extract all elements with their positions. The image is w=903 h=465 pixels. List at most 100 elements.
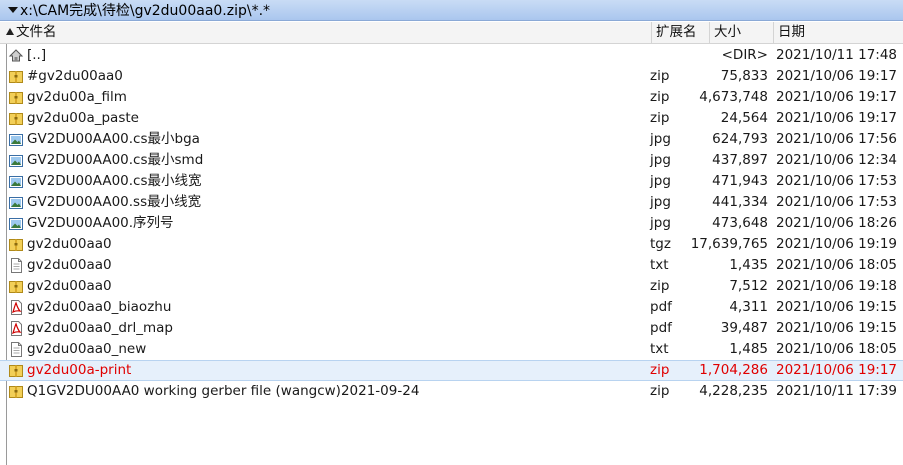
column-size-label: 大小: [714, 24, 741, 40]
pdf-icon: [8, 300, 24, 315]
file-date: 2021/10/06 19:19: [776, 236, 898, 252]
file-ext: jpg: [650, 152, 671, 168]
file-name: gv2du00a-print: [27, 362, 132, 378]
column-header-ext[interactable]: 扩展名: [652, 22, 710, 43]
file-size: 1,485: [729, 341, 768, 357]
file-name: gv2du00aa0: [27, 278, 112, 294]
file-row[interactable]: #gv2du00aa0 zip 75,833 2021/10/06 19:17: [0, 66, 903, 87]
column-date-label: 日期: [778, 24, 805, 40]
text-file-icon: [8, 258, 24, 273]
file-name: [..]: [27, 47, 47, 63]
file-date: 2021/10/06 18:05: [776, 341, 898, 357]
file-date: 2021/10/11 17:39: [776, 383, 898, 399]
file-name: GV2DU00AA00.cs最小线宽: [27, 173, 202, 189]
file-name: gv2du00aa0_drl_map: [27, 320, 173, 336]
file-row[interactable]: GV2DU00AA00.cs最小smd jpg 437,897 2021/10/06 …: [0, 150, 903, 171]
file-size: 39,487: [720, 320, 768, 336]
column-header-date[interactable]: 日期: [774, 22, 903, 43]
file-date: 2021/10/06 17:53: [776, 194, 898, 210]
file-size: 4,311: [729, 299, 768, 315]
file-row[interactable]: gv2du00a_film zip 4,673,748 2021/10/06 19:1…: [0, 87, 903, 108]
file-date: 2021/10/11 17:48: [776, 47, 898, 63]
file-row[interactable]: gv2du00aa0 txt 1,435 2021/10/06 18:05: [0, 255, 903, 276]
file-name: gv2du00a_paste: [27, 110, 139, 126]
image-icon: [8, 153, 24, 168]
file-row[interactable]: gv2du00aa0_new txt 1,485 2021/10/06 18:05: [0, 339, 903, 360]
file-ext: jpg: [650, 173, 671, 189]
file-size: 17,639,765: [690, 236, 768, 252]
image-icon: [8, 195, 24, 210]
archive-icon: [8, 111, 24, 126]
file-ext: tgz: [650, 236, 671, 252]
file-date: 2021/10/06 19:17: [776, 89, 898, 105]
file-row[interactable]: gv2du00aa0_drl_map pdf 39,487 2021/10/06 19…: [0, 318, 903, 339]
file-size: <DIR>: [721, 47, 768, 63]
file-ext: txt: [650, 341, 669, 357]
file-date: 2021/10/06 19:17: [776, 110, 898, 126]
file-size: 7,512: [729, 278, 768, 294]
file-date: 2021/10/06 19:15: [776, 320, 898, 336]
file-name: gv2du00aa0_new: [27, 341, 147, 357]
file-date: 2021/10/06 17:56: [776, 131, 898, 147]
column-header-size[interactable]: 大小: [710, 22, 774, 43]
file-ext: zip: [650, 383, 670, 399]
file-row[interactable]: gv2du00aa0 tgz 17,639,765 2021/10/06 19:19: [0, 234, 903, 255]
file-row-selected[interactable]: gv2du00a-print zip 1,704,286 2021/10/06 19:…: [0, 360, 903, 381]
column-header-name[interactable]: 文件名: [0, 22, 652, 43]
file-name: GV2DU00AA00.cs最小smd: [27, 152, 204, 168]
image-icon: [8, 132, 24, 147]
file-ext: jpg: [650, 215, 671, 231]
file-date: 2021/10/06 12:34: [776, 152, 898, 168]
file-row[interactable]: gv2du00a_paste zip 24,564 2021/10/06 19:17: [0, 108, 903, 129]
file-name: #gv2du00aa0: [27, 68, 123, 84]
file-name: gv2du00aa0: [27, 257, 112, 273]
file-size: 24,564: [720, 110, 768, 126]
file-row[interactable]: [..] <DIR> 2021/10/11 17:48: [0, 45, 903, 66]
file-ext: zip: [650, 278, 670, 294]
pdf-icon: [8, 321, 24, 336]
file-row[interactable]: gv2du00aa0 zip 7,512 2021/10/06 19:18: [0, 276, 903, 297]
file-date: 2021/10/06 17:53: [776, 173, 898, 189]
file-ext: zip: [650, 110, 670, 126]
file-row[interactable]: GV2DU00AA00.cs最小线宽 jpg 471,943 2021/10/06 1…: [0, 171, 903, 192]
sort-ascending-icon: [6, 28, 14, 35]
file-date: 2021/10/06 19:17: [776, 68, 898, 84]
archive-icon: [8, 279, 24, 294]
image-icon: [8, 174, 24, 189]
file-row[interactable]: GV2DU00AA00.cs最小bga jpg 624,793 2021/10/06 …: [0, 129, 903, 150]
file-name: GV2DU00AA00.cs最小bga: [27, 131, 200, 147]
current-path: x:\CAM完成\待检\gv2du00aa0.zip\*.*: [20, 3, 271, 19]
file-name: GV2DU00AA00.序列号: [27, 215, 174, 231]
file-ext: pdf: [650, 320, 672, 336]
path-bar[interactable]: x:\CAM完成\待检\gv2du00aa0.zip\*.*: [0, 0, 903, 21]
file-size: 471,943: [712, 173, 768, 189]
file-size: 1,704,286: [699, 362, 768, 378]
dropdown-arrow-icon[interactable]: [8, 7, 18, 13]
file-row[interactable]: Q1GV2DU00AA0 working gerber file (wangcw…: [0, 381, 903, 402]
archive-icon: [8, 237, 24, 252]
file-ext: jpg: [650, 131, 671, 147]
file-row[interactable]: gv2du00aa0_biaozhu pdf 4,311 2021/10/06 19:…: [0, 297, 903, 318]
column-ext-label: 扩展名: [656, 24, 697, 40]
file-size: 624,793: [712, 131, 768, 147]
archive-icon: [8, 363, 24, 378]
up-dir-icon: [8, 48, 24, 63]
file-name: GV2DU00AA00.ss最小线宽: [27, 194, 202, 210]
file-ext: jpg: [650, 194, 671, 210]
file-date: 2021/10/06 19:17: [776, 362, 898, 378]
file-list[interactable]: [..] <DIR> 2021/10/11 17:48 #gv2du00aa0 zip 7…: [0, 45, 903, 402]
archive-icon: [8, 90, 24, 105]
file-size: 75,833: [720, 68, 768, 84]
file-ext: txt: [650, 257, 669, 273]
file-row[interactable]: GV2DU00AA00.序列号 jpg 473,648 2021/10/06 18:2…: [0, 213, 903, 234]
file-ext: zip: [650, 68, 670, 84]
archive-icon: [8, 69, 24, 84]
file-size: 473,648: [712, 215, 768, 231]
archive-icon: [8, 384, 24, 399]
column-header: 文件名 扩展名 大小 日期: [0, 22, 903, 44]
file-date: 2021/10/06 19:15: [776, 299, 898, 315]
file-row[interactable]: GV2DU00AA00.ss最小线宽 jpg 441,334 2021/10/06 1…: [0, 192, 903, 213]
file-size: 437,897: [712, 152, 768, 168]
file-size: 441,334: [712, 194, 768, 210]
file-size: 1,435: [729, 257, 768, 273]
